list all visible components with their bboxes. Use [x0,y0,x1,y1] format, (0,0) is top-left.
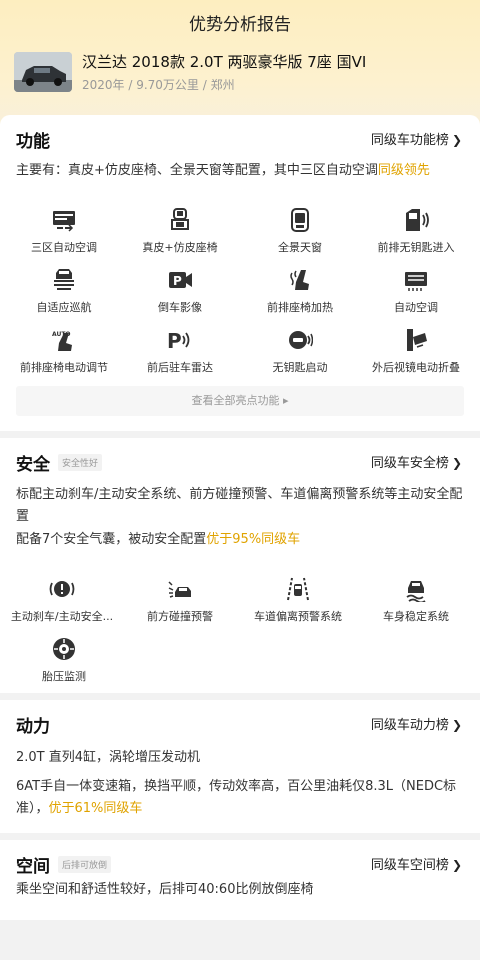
space-header: 空间 后排可放倒 [16,852,112,877]
function-item-seat-heating[interactable]: 前排座椅加热 [240,267,360,327]
sunroof-icon [287,207,313,233]
function-item-leather-seat[interactable]: 真皮+仿皮座椅 [120,207,240,267]
space-text: 乘坐空间和舒适性较好，后排可40:60比例放倒座椅 [16,882,314,897]
power-header: 动力 [16,712,50,737]
chevron-right-icon: ❯ [451,456,462,470]
safety-item-collision-warning[interactable]: 前方碰撞预警 [120,576,240,636]
page-title: 优势分析报告 [189,15,291,35]
safety-header: 安全 安全性好 [16,450,103,475]
power-title: 动力 [16,716,50,737]
keyless-start-icon [287,327,313,353]
tire-pressure-icon [51,636,77,662]
function-item-tri-zone-ac[interactable]: 三区自动空调 [4,207,124,267]
power-ranking-link[interactable]: 同级车动力榜 ❯ [371,714,462,733]
svg-text:P: P [167,329,182,353]
safety-para-passive: 配备7个安全气囊，被动安全配置优于95%同级车 [16,532,301,547]
function-summary: 主要有：真皮+仿皮座椅、全景天窗等配置，其中三区自动空调同级领先 [16,163,430,178]
car-thumbnail[interactable] [14,52,72,92]
safety-item-tire-pressure[interactable]: 胎压监测 [4,636,124,696]
safety-item-stability-control[interactable]: 车身稳定系统 [356,576,476,636]
function-item-keyless-entry[interactable]: 前排无钥匙进入 [356,207,476,267]
active-brake-icon [49,576,75,602]
seat-heating-icon [287,267,313,293]
safety-badge: 安全性好 [58,453,103,471]
bottom-spacer [0,920,480,960]
function-item-power-seat[interactable]: AUTO 前排座椅电动调节 [4,327,124,387]
svg-text:AUTO: AUTO [52,331,71,338]
function-title: 功能 [16,131,50,152]
function-header: 功能 [16,127,50,152]
function-item-panoramic-sunroof[interactable]: 全景天窗 [240,207,360,267]
car-name: 汉兰达 2018款 2.0T 两驱豪华版 7座 国VI [82,53,367,71]
ac-panel-icon [51,207,77,233]
chevron-right-icon: ❯ [451,133,462,147]
space-section: 空间 后排可放倒 同级车空间榜 ❯ 乘坐空间和舒适性较好，后排可40:60比例放倒… [0,840,480,920]
svg-text:P: P [173,274,182,288]
power-seat-icon: AUTO [51,327,77,353]
function-item-reverse-camera[interactable]: P 倒车影像 [120,267,240,327]
function-item-keyless-start[interactable]: 无钥匙启动 [240,327,360,387]
power-engine-text: 2.0T 直列4缸，涡轮增压发动机 [16,750,201,765]
power-transmission-text: 6AT手自一体变速箱，换挡平顺，传动效率高，百公里油耗仅8.3L（NEDC标准）… [16,779,457,816]
function-section: 功能 同级车功能榜 ❯ 主要有：真皮+仿皮座椅、全景天窗等配置，其中三区自动空调同… [0,115,480,431]
adaptive-cruise-icon [51,267,77,293]
parking-radar-icon: P [167,327,193,353]
safety-section: 安全 安全性好 同级车安全榜 ❯ 标配主动刹车/主动安全系统、前方碰撞预警、车道偏… [0,438,480,693]
chevron-right-icon: ❯ [451,858,462,872]
stability-control-icon [403,576,429,602]
safety-title: 安全 [16,454,50,475]
mirror-fold-icon [403,327,429,353]
collision-warning-icon [167,576,193,602]
chevron-right-icon: ❯ [451,718,462,732]
space-badge: 后排可放倒 [58,855,112,873]
function-item-parking-radar[interactable]: P 前后驻车雷达 [120,327,240,387]
lane-departure-icon [285,576,311,602]
safety-ranking-link[interactable]: 同级车安全榜 ❯ [371,452,462,471]
auto-ac-icon [403,267,429,293]
space-ranking-link[interactable]: 同级车空间榜 ❯ [371,854,462,873]
safety-item-active-brake[interactable]: 主动刹车/主动安全... [2,576,122,636]
car-meta: 2020年 / 9.70万公里 / 郑州 [82,78,235,92]
safety-para-active: 标配主动刹车/主动安全系统、前方碰撞预警、车道偏离预警系统等主动安全配置 [16,487,463,524]
seat-icon [167,207,193,233]
function-item-adaptive-cruise[interactable]: 自适应巡航 [4,267,124,327]
safety-item-lane-departure[interactable]: 车道偏离预警系统 [238,576,358,636]
reverse-camera-icon: P [167,267,193,293]
keyless-door-icon [403,207,429,233]
power-section: 动力 同级车动力榜 ❯ 2.0T 直列4缸，涡轮增压发动机 6AT手自一体变速箱，… [0,700,480,833]
function-item-auto-ac[interactable]: 自动空调 [356,267,476,327]
view-all-features-button[interactable]: 查看全部亮点功能 ▸ [16,386,464,416]
space-title: 空间 [16,856,50,877]
function-item-mirror-fold[interactable]: 外后视镜电动折叠 [356,327,476,387]
function-ranking-link[interactable]: 同级车功能榜 ❯ [371,129,462,148]
